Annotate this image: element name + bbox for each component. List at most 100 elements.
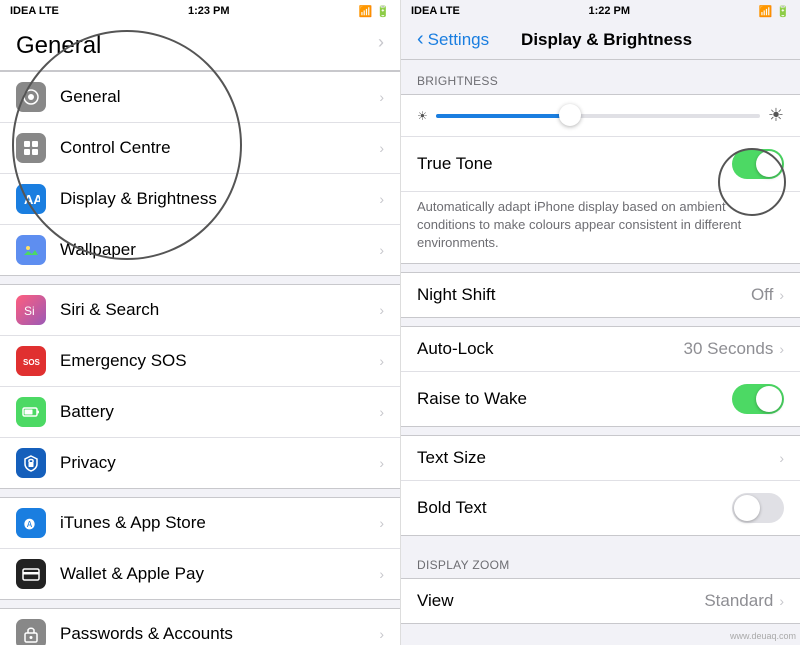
brightness-section: ☀ ☀ True Tone Automatically adapt iPhone… [401, 94, 800, 264]
sidebar-item-general[interactable]: General › [0, 72, 400, 123]
control-label: Control Centre [60, 138, 379, 158]
brightness-slider[interactable] [436, 114, 760, 118]
textsize-chevron: › [779, 450, 784, 466]
sidebar-item-control[interactable]: Control Centre › [0, 123, 400, 174]
sidebar-item-privacy[interactable]: Privacy › [0, 438, 400, 488]
autolock-value: 30 Seconds [684, 339, 774, 359]
wallpaper-label: Wallpaper [60, 240, 379, 260]
itunes-icon: 🅐 [16, 508, 46, 538]
slider-thumb [559, 104, 581, 126]
truetone-label: True Tone [417, 154, 732, 174]
slider-fill [436, 114, 566, 118]
text-section: Text Size › Bold Text [401, 435, 800, 536]
general-chevron: › [378, 32, 384, 53]
truetone-toggle-knob [756, 151, 782, 177]
general-label: General [60, 87, 379, 107]
nightshift-section: Night Shift Off › [401, 272, 800, 318]
siri-icon: Si [16, 295, 46, 325]
view-row[interactable]: View Standard › [401, 579, 800, 623]
autolock-chevron: › [779, 341, 784, 357]
left-wifi-icon: 📶 [359, 5, 373, 18]
boldtext-toggle-knob [734, 495, 760, 521]
svg-text:🅐: 🅐 [24, 518, 35, 531]
boldtext-label: Bold Text [417, 498, 732, 518]
itunes-label: iTunes & App Store [60, 513, 379, 533]
view-label: View [417, 591, 704, 611]
right-status-bar: IDEA LTE 1:22 PM 📶 🔋 [401, 0, 800, 22]
section-2: Si Siri & Search › SOS Emergency SOS › B… [0, 284, 400, 489]
raisetowake-toggle[interactable] [732, 384, 784, 414]
privacy-icon [16, 448, 46, 478]
raisetowake-toggle-knob [756, 386, 782, 412]
passwords-icon [16, 619, 46, 645]
section-3: 🅐 iTunes & App Store › Wallet & Apple Pa… [0, 497, 400, 600]
back-chevron-icon: ‹ [417, 28, 424, 51]
truetone-row[interactable]: True Tone [401, 137, 800, 192]
battery-label: Battery [60, 402, 379, 422]
view-value: Standard [704, 591, 773, 611]
sidebar-item-battery[interactable]: Battery › [0, 387, 400, 438]
page-title: Display & Brightness [489, 30, 724, 50]
sidebar-item-wallet[interactable]: Wallet & Apple Pay › [0, 549, 400, 599]
right-content: BRIGHTNESS ☀ ☀ True Tone Automatically a… [401, 60, 800, 645]
raisetowake-row[interactable]: Raise to Wake [401, 372, 800, 426]
autolock-row[interactable]: Auto-Lock 30 Seconds › [401, 327, 800, 372]
textsize-label: Text Size [417, 448, 779, 468]
display-label: Display & Brightness [60, 189, 379, 209]
back-label[interactable]: Settings [428, 30, 489, 50]
left-panel: IDEA LTE 1:23 PM 📶 🔋 General › General › [0, 0, 400, 645]
siri-label: Siri & Search [60, 300, 379, 320]
truetone-description: Automatically adapt iPhone display based… [401, 192, 800, 263]
sidebar-item-passwords[interactable]: Passwords & Accounts › [0, 609, 400, 645]
section-1: General › Control Centre › AA Display & … [0, 71, 400, 276]
left-battery-icon: 🔋 [376, 5, 390, 18]
brightness-row: ☀ ☀ [401, 95, 800, 137]
displayzoom-section: View Standard › [401, 578, 800, 624]
brightness-section-label: BRIGHTNESS [401, 60, 800, 94]
wallet-label: Wallet & Apple Pay [60, 564, 379, 584]
right-time: 1:22 PM [588, 5, 630, 17]
watermark: www.deuaq.com [730, 631, 796, 641]
battery-icon [16, 397, 46, 427]
sidebar-item-wallpaper[interactable]: Wallpaper › [0, 225, 400, 275]
general-icon [16, 82, 46, 112]
right-panel: IDEA LTE 1:22 PM 📶 🔋 ‹ Settings Display … [400, 0, 800, 645]
passwords-label: Passwords & Accounts [60, 624, 379, 644]
sos-icon: SOS [16, 346, 46, 376]
wallet-icon [16, 559, 46, 589]
nightshift-row[interactable]: Night Shift Off › [401, 273, 800, 317]
raisetowake-label: Raise to Wake [417, 389, 732, 409]
textsize-row[interactable]: Text Size › [401, 436, 800, 481]
autolock-label: Auto-Lock [417, 339, 684, 359]
autolock-section: Auto-Lock 30 Seconds › Raise to Wake [401, 326, 800, 427]
sidebar-item-display[interactable]: AA Display & Brightness › [0, 174, 400, 225]
svg-text:SOS: SOS [23, 358, 40, 367]
sidebar-item-siri[interactable]: Si Siri & Search › [0, 285, 400, 336]
boldtext-row[interactable]: Bold Text [401, 481, 800, 535]
settings-list: General › Control Centre › AA Display & … [0, 71, 400, 645]
right-nav: ‹ Settings Display & Brightness [401, 22, 800, 60]
nightshift-chevron: › [779, 287, 784, 303]
section-4: Passwords & Accounts › [0, 608, 400, 645]
right-battery-icon: 🔋 [776, 5, 790, 18]
brightness-low-icon: ☀ [417, 109, 428, 123]
svg-text:Si: Si [24, 304, 35, 318]
display-zoom-label: DISPLAY ZOOM [401, 544, 800, 578]
svg-text:AA: AA [24, 192, 40, 207]
section-general-header: General › [0, 22, 400, 71]
sidebar-item-sos[interactable]: SOS Emergency SOS › [0, 336, 400, 387]
nightshift-value: Off [751, 285, 773, 305]
view-chevron: › [779, 593, 784, 609]
boldtext-toggle[interactable] [732, 493, 784, 523]
back-button[interactable]: ‹ Settings [417, 28, 489, 51]
sos-label: Emergency SOS [60, 351, 379, 371]
right-carrier: IDEA LTE [411, 5, 460, 17]
wallpaper-icon [16, 235, 46, 265]
sidebar-item-itunes[interactable]: 🅐 iTunes & App Store › [0, 498, 400, 549]
privacy-label: Privacy [60, 453, 379, 473]
brightness-high-icon: ☀ [768, 105, 784, 126]
truetone-toggle[interactable] [732, 149, 784, 179]
control-icon [16, 133, 46, 163]
nightshift-label: Night Shift [417, 285, 751, 305]
left-carrier: IDEA LTE [10, 5, 59, 17]
